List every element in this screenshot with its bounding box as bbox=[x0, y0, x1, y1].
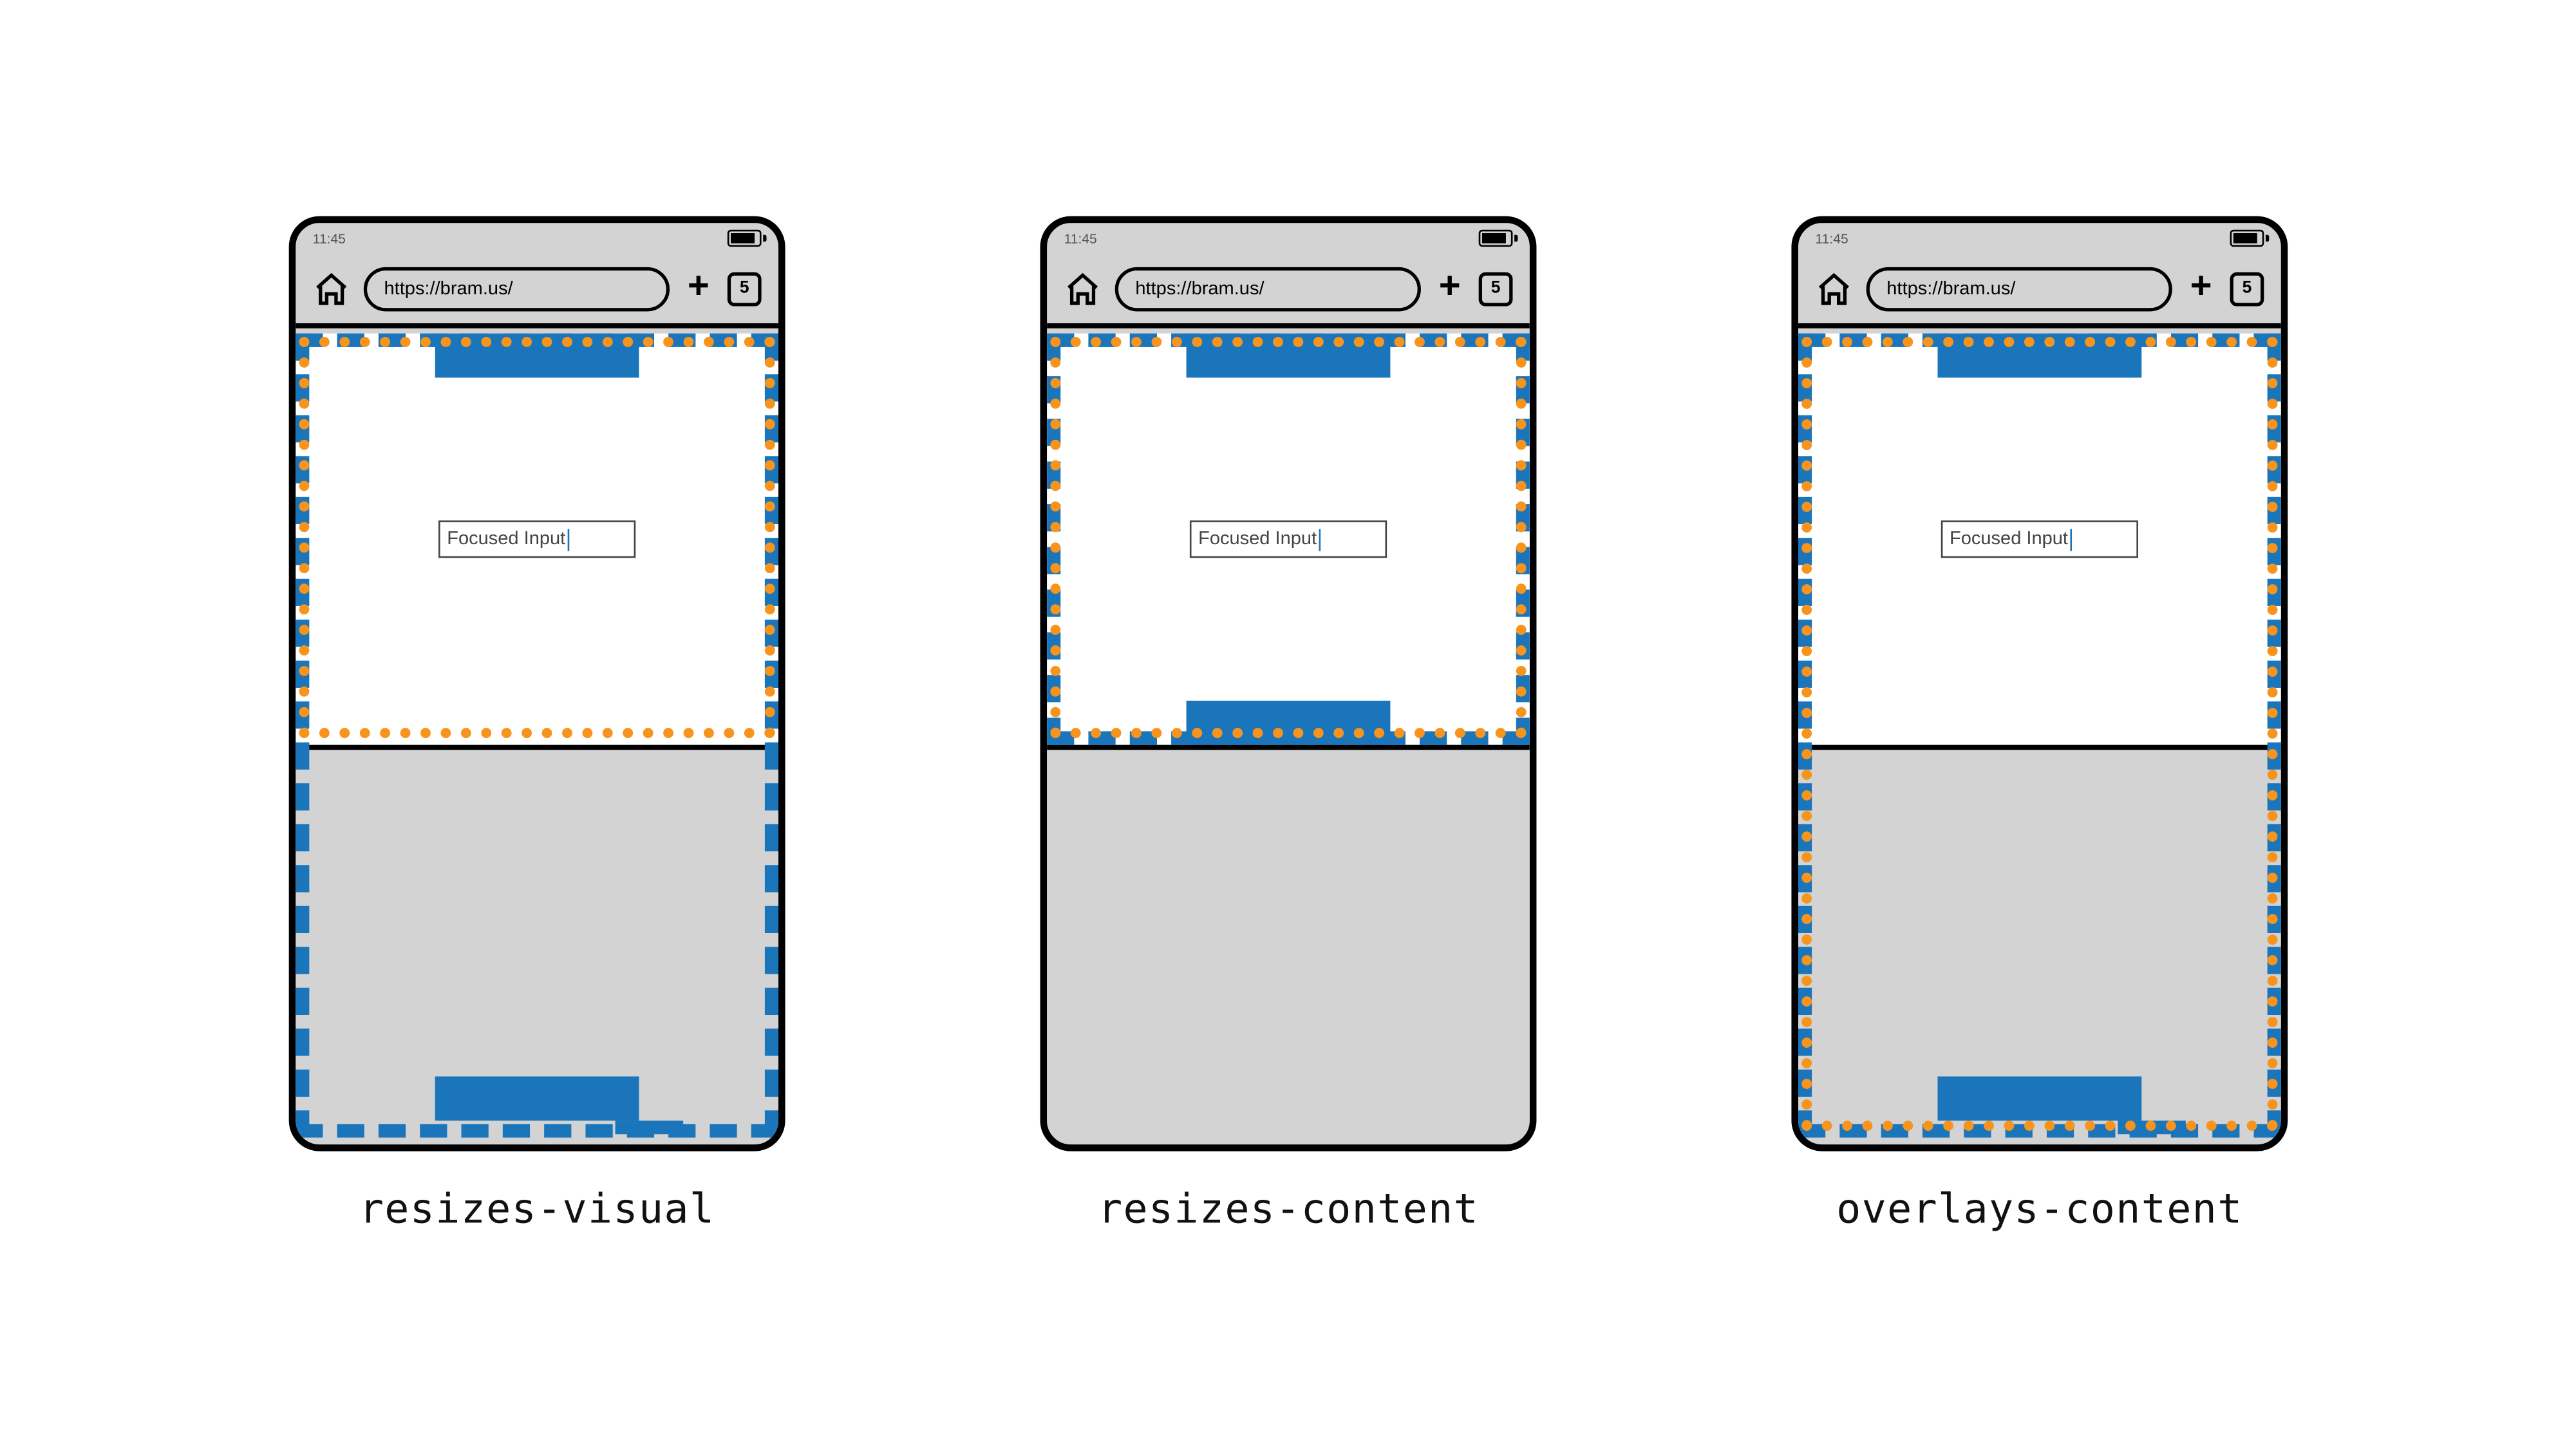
battery-icon bbox=[727, 230, 761, 247]
fixed-top-element bbox=[1186, 334, 1390, 378]
plus-icon[interactable]: + bbox=[683, 273, 714, 304]
fixed-bottom-element bbox=[1186, 701, 1390, 745]
home-icon[interactable] bbox=[312, 270, 350, 307]
viewport-area: Focused Input bbox=[296, 334, 778, 1144]
fixed-bottom-accent bbox=[2118, 1121, 2186, 1134]
focused-input[interactable]: Focused Input bbox=[1941, 520, 2138, 558]
fixed-bottom-element bbox=[435, 1076, 639, 1121]
url-input[interactable]: https://bram.us/ bbox=[1866, 267, 2172, 311]
status-time: 11:45 bbox=[1815, 231, 1848, 246]
content-region: Focused Input bbox=[1798, 334, 2281, 745]
plus-icon[interactable]: + bbox=[2185, 273, 2216, 304]
url-input[interactable]: https://bram.us/ bbox=[363, 267, 669, 311]
fixed-top-element bbox=[1937, 334, 2141, 378]
status-bar: 11:45 bbox=[296, 223, 778, 254]
caption: resizes-content bbox=[1097, 1185, 1478, 1233]
content-region: Focused Input bbox=[1047, 334, 1530, 745]
plus-icon[interactable]: + bbox=[1434, 273, 1465, 304]
battery-icon bbox=[1478, 230, 1512, 247]
viewport-area: Focused Input bbox=[1047, 334, 1530, 1144]
fixed-top-element bbox=[435, 334, 639, 378]
column-overlays-content: 11:45 https://bram.us/ + 5 Focused Input bbox=[1791, 216, 2288, 1233]
fixed-bottom-element bbox=[1937, 1076, 2141, 1121]
text-cursor bbox=[567, 528, 569, 550]
keyboard-region bbox=[1047, 745, 1530, 1144]
diagram-row: 11:45 https://bram.us/ + 5 Focused Input bbox=[288, 216, 2288, 1233]
content-region: Focused Input bbox=[296, 334, 778, 745]
status-time: 11:45 bbox=[312, 231, 345, 246]
battery-icon bbox=[2230, 230, 2264, 247]
tab-count[interactable]: 5 bbox=[2230, 271, 2264, 305]
url-bar: https://bram.us/ + 5 bbox=[296, 254, 778, 328]
phone-frame: 11:45 https://bram.us/ + 5 Focused Input bbox=[1040, 216, 1536, 1151]
focused-input[interactable]: Focused Input bbox=[1189, 520, 1386, 558]
focused-input[interactable]: Focused Input bbox=[438, 520, 635, 558]
text-cursor bbox=[1318, 528, 1320, 550]
column-resizes-visual: 11:45 https://bram.us/ + 5 Focused Input bbox=[288, 216, 785, 1233]
home-icon[interactable] bbox=[1815, 270, 1852, 307]
tab-count[interactable]: 5 bbox=[727, 271, 761, 305]
phone-frame: 11:45 https://bram.us/ + 5 Focused Input bbox=[1791, 216, 2288, 1151]
status-time: 11:45 bbox=[1064, 231, 1096, 246]
fixed-bottom-accent bbox=[615, 1121, 683, 1134]
caption: resizes-visual bbox=[359, 1185, 715, 1233]
viewport-area: Focused Input bbox=[1798, 334, 2281, 1144]
url-bar: https://bram.us/ + 5 bbox=[1047, 254, 1530, 328]
column-resizes-content: 11:45 https://bram.us/ + 5 Focused Input bbox=[1040, 216, 1536, 1233]
url-input[interactable]: https://bram.us/ bbox=[1114, 267, 1420, 311]
caption: overlays-content bbox=[1836, 1185, 2242, 1233]
home-icon[interactable] bbox=[1064, 270, 1101, 307]
status-bar: 11:45 bbox=[1047, 223, 1530, 254]
phone-frame: 11:45 https://bram.us/ + 5 Focused Input bbox=[288, 216, 785, 1151]
url-bar: https://bram.us/ + 5 bbox=[1798, 254, 2281, 328]
status-bar: 11:45 bbox=[1798, 223, 2281, 254]
text-cursor bbox=[2069, 528, 2071, 550]
tab-count[interactable]: 5 bbox=[1478, 271, 1512, 305]
